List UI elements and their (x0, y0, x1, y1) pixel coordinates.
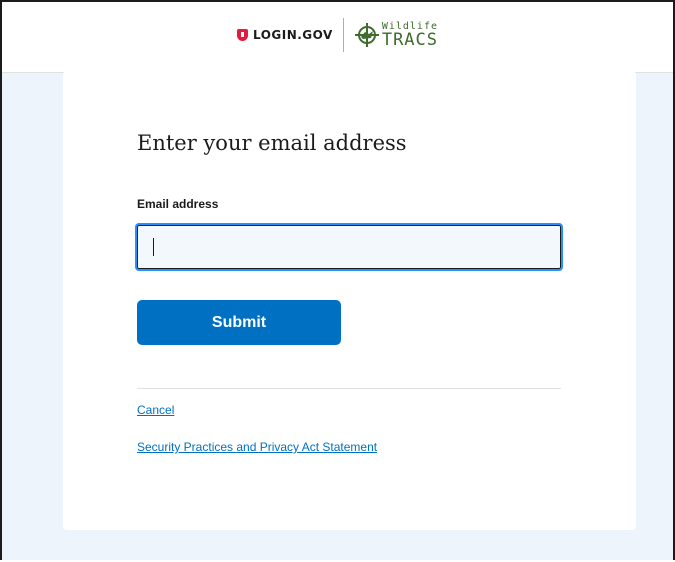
divider (137, 388, 561, 389)
text-cursor (153, 238, 154, 256)
brand-bar: LOGIN.GOV Wildlife TRACS (2, 18, 673, 52)
crosshair-icon (354, 23, 379, 47)
cancel-link[interactable]: Cancel (137, 403, 174, 417)
logo-divider (342, 18, 344, 52)
partner-logo: Wildlife TRACS (354, 21, 439, 50)
login-gov-logo-text: LOGIN.GOV (252, 28, 333, 42)
privacy-statement-link[interactable]: Security Practices and Privacy Act State… (137, 440, 377, 454)
partner-logo-bottom: TRACS (381, 29, 439, 50)
login-gov-logo: LOGIN.GOV (236, 28, 333, 42)
partner-logo-text: Wildlife TRACS (381, 21, 439, 50)
submit-button[interactable]: Submit (137, 300, 341, 345)
page-frame: LOGIN.GOV Wildlife TRACS Enter your emai… (0, 0, 675, 560)
email-label: Email address (137, 197, 219, 211)
page-title: Enter your email address (137, 131, 407, 155)
email-input[interactable] (135, 223, 563, 271)
shield-icon (236, 29, 248, 41)
signin-card: Enter your email address Email address S… (63, 71, 636, 530)
site-header: LOGIN.GOV Wildlife TRACS (2, 2, 673, 73)
